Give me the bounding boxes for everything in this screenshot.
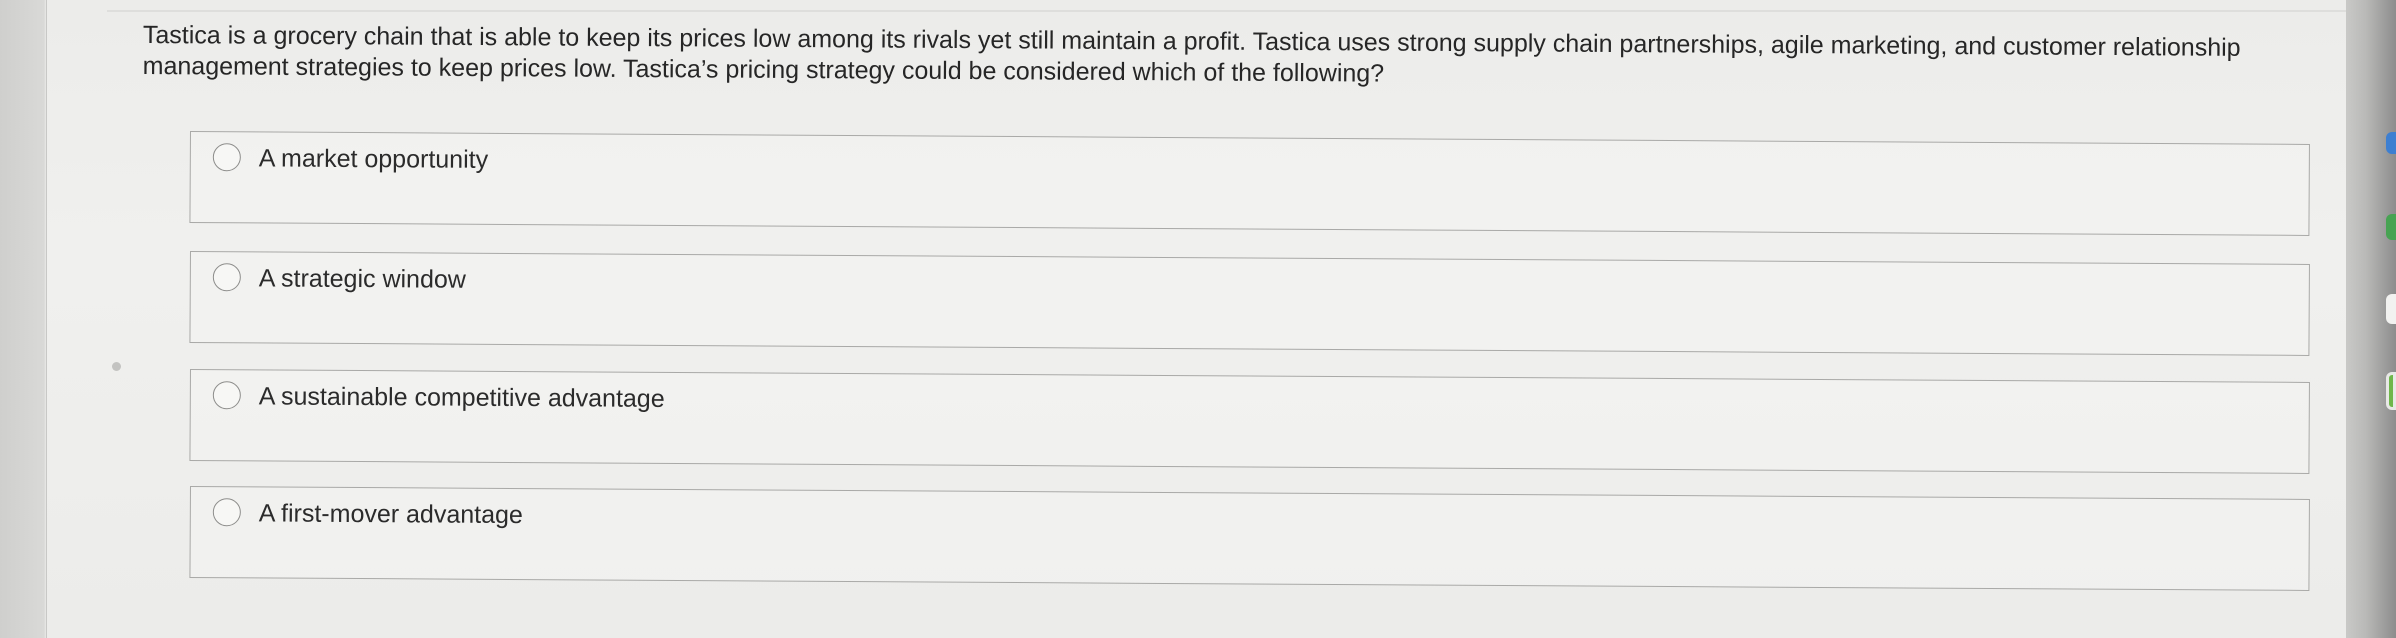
answer-option-sustainable-competitive-advantage[interactable]: A sustainable competitive advantage <box>189 369 2310 474</box>
question-text: Tastica is a grocery chain that is able … <box>142 20 2241 88</box>
green-circle-icon <box>2386 372 2396 410</box>
answer-option-label: A first-mover advantage <box>258 499 523 530</box>
green-app-icon <box>2386 214 2396 240</box>
radio-button-icon[interactable] <box>212 381 241 410</box>
answer-option-strategic-window[interactable]: A strategic window <box>189 251 2310 356</box>
document-icon <box>2386 294 2396 324</box>
answer-option-label: A market opportunity <box>258 144 489 174</box>
answer-option-first-mover-advantage[interactable]: A first-mover advantage <box>189 486 2310 591</box>
radio-button-icon[interactable] <box>212 263 241 292</box>
blue-app-icon <box>2386 132 2396 154</box>
top-divider <box>107 10 2367 12</box>
radio-button-icon[interactable] <box>212 498 241 527</box>
answer-option-label: A strategic window <box>258 264 466 294</box>
radio-button-icon[interactable] <box>212 143 241 172</box>
quiz-panel: Tastica is a grocery chain that is able … <box>46 0 2367 638</box>
right-window-edge <box>2346 0 2396 638</box>
screen: Tastica is a grocery chain that is able … <box>0 0 2396 638</box>
answer-option-label: A sustainable competitive advantage <box>258 382 665 413</box>
answer-option-market-opportunity[interactable]: A market opportunity <box>189 131 2310 236</box>
stray-dot-icon <box>112 362 121 371</box>
